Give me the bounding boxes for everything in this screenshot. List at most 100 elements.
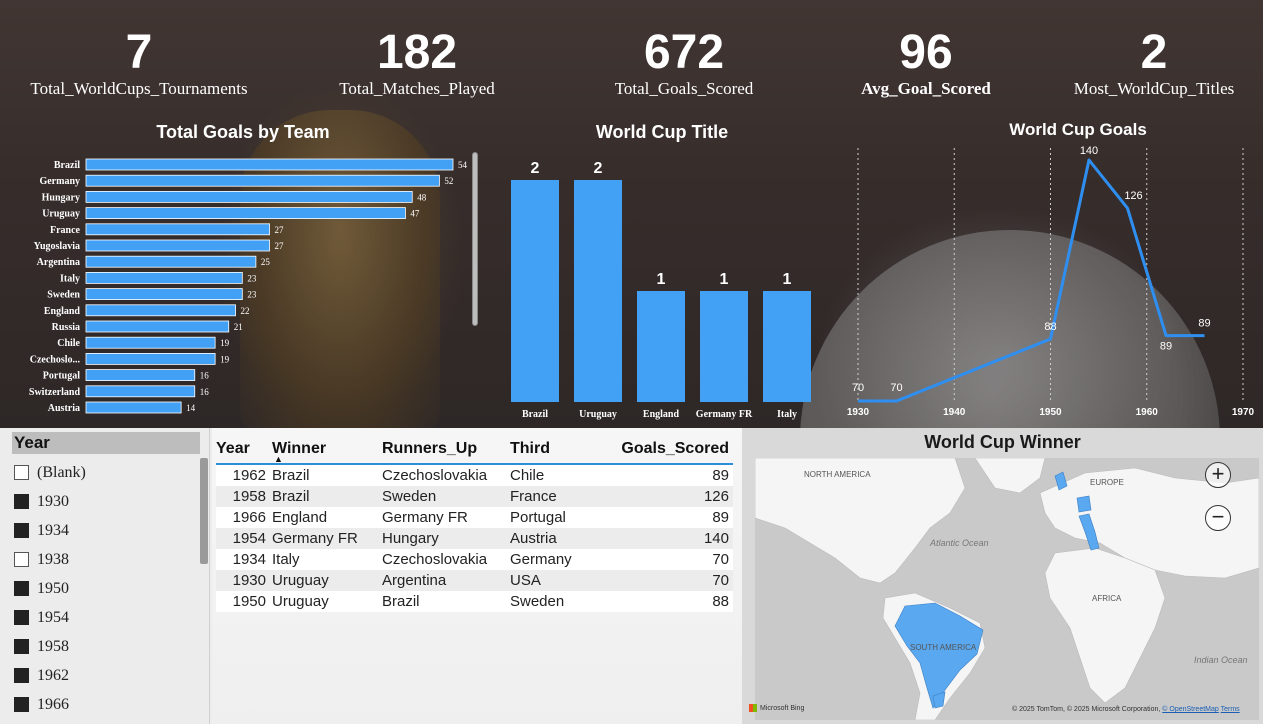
table-cell: 70 — [606, 570, 733, 591]
team-bar[interactable] — [85, 336, 216, 349]
team-value-label: 22 — [241, 306, 250, 316]
slicer-list: (Blank) 1930 1934 1938 1950 1954 1958 1962 1966 — [12, 458, 200, 719]
team-label: Portugal — [43, 371, 80, 382]
terms-link[interactable]: Terms — [1221, 706, 1240, 713]
column-header-goals[interactable]: Goals_Scored — [606, 434, 733, 465]
team-bar[interactable] — [85, 191, 413, 203]
table-cell: Germany FR — [272, 528, 382, 549]
table-cell: 1934 — [216, 549, 272, 570]
column-header-winner[interactable]: Winner ▲ — [272, 434, 382, 465]
checkbox[interactable] — [14, 610, 29, 625]
goals-value-label: 70 — [890, 382, 902, 394]
table-cell: Italy — [272, 549, 382, 570]
team-chart-scrollbar[interactable] — [472, 152, 478, 326]
goals-chart-title: World Cup Goals — [1009, 120, 1147, 139]
zoom-out-button[interactable]: − — [1205, 505, 1231, 531]
team-bar[interactable] — [85, 320, 230, 333]
table-cell: Uruguay — [272, 570, 382, 591]
team-bar[interactable] — [85, 352, 216, 365]
table-cell: Sweden — [382, 486, 510, 507]
title-chart-title: World Cup Title — [595, 122, 729, 142]
team-bar[interactable] — [85, 158, 454, 171]
kpi-total-tournaments: 7 Total_WorldCups_Tournaments — [16, 26, 262, 98]
slicer-header: Year — [12, 432, 200, 454]
year-slicer: Year (Blank) 1930 1934 1938 1950 1954 1958 1962… — [0, 428, 210, 724]
team-bar[interactable] — [85, 255, 257, 268]
x-tick-label: 1950 — [1039, 407, 1062, 418]
slicer-item[interactable]: 1934 — [12, 516, 200, 545]
table-row[interactable]: 1966 England Germany FR Portugal 89 — [216, 507, 733, 528]
team-bar[interactable] — [85, 369, 196, 382]
team-bar[interactable] — [85, 385, 196, 398]
slicer-item[interactable]: 1958 — [12, 632, 200, 661]
goals-value-label: 70 — [852, 382, 864, 394]
team-label: Germany — [39, 176, 80, 187]
checkbox[interactable] — [14, 552, 29, 567]
team-bar[interactable] — [85, 174, 440, 187]
team-bar[interactable] — [85, 288, 243, 301]
slicer-item[interactable]: 1938 — [12, 545, 200, 574]
table-row[interactable]: 1954 Germany FR Hungary Austria 140 — [216, 528, 733, 549]
team-bar[interactable] — [85, 401, 182, 414]
table-cell: 1962 — [216, 464, 272, 486]
slicer-item[interactable]: 1954 — [12, 603, 200, 632]
osm-link[interactable]: © OpenStreetMap — [1162, 706, 1219, 713]
table-cell: 88 — [606, 591, 733, 612]
team-bar[interactable] — [85, 304, 236, 317]
table-row[interactable]: 1930 Uruguay Argentina USA 70 — [216, 570, 733, 591]
title-bar[interactable] — [700, 291, 748, 402]
results-table: Year Winner ▲ Runners_Up Third Goals_Scor… — [216, 434, 733, 612]
label-africa: AFRICA — [1092, 594, 1122, 603]
title-value-label: 2 — [594, 160, 603, 177]
label-indian-ocean: Indian Ocean — [1194, 655, 1248, 665]
table-cell: 70 — [606, 549, 733, 570]
slicer-item-label: 1950 — [37, 579, 69, 597]
team-value-label: 16 — [200, 371, 210, 381]
table-row[interactable]: 1962 Brazil Czechoslovakia Chile 89 — [216, 464, 733, 486]
title-category-label: England — [643, 409, 680, 420]
team-label: Switzerland — [29, 387, 81, 398]
team-goals-chart: Brazil 54 Germany 52 Hungary 48 Uruguay 47 Franc… — [29, 158, 468, 414]
team-label: Hungary — [42, 192, 80, 203]
table-row[interactable]: 1950 Uruguay Brazil Sweden 88 — [216, 591, 733, 612]
x-tick-label: 1930 — [847, 407, 870, 418]
sort-ascending-icon: ▲ — [274, 454, 283, 464]
column-header-year[interactable]: Year — [216, 434, 272, 465]
germany-region[interactable] — [1076, 495, 1092, 513]
title-bar[interactable] — [637, 291, 685, 402]
checkbox[interactable] — [14, 523, 29, 538]
slicer-item[interactable]: 1930 — [12, 487, 200, 516]
team-label: Brazil — [54, 160, 80, 171]
table-cell: 1950 — [216, 591, 272, 612]
bing-logo: Microsoft Bing — [749, 704, 804, 712]
goals-line[interactable] — [858, 158, 1205, 403]
checkbox[interactable] — [14, 465, 29, 480]
table-row[interactable]: 1958 Brazil Sweden France 126 — [216, 486, 733, 507]
team-bar[interactable] — [85, 239, 270, 252]
team-bar[interactable] — [85, 207, 406, 219]
slicer-item[interactable]: 1966 — [12, 690, 200, 719]
table-row[interactable]: 1934 Italy Czechoslovakia Germany 70 — [216, 549, 733, 570]
slicer-scrollbar[interactable] — [200, 458, 208, 564]
title-bar[interactable] — [511, 180, 559, 402]
kpi-label: Most_WorldCup_Titles — [1073, 79, 1235, 98]
checkbox[interactable] — [14, 668, 29, 683]
team-bar[interactable] — [85, 272, 243, 284]
checkbox[interactable] — [14, 697, 29, 712]
slicer-item[interactable]: 1962 — [12, 661, 200, 690]
checkbox[interactable] — [14, 639, 29, 654]
zoom-in-button[interactable]: + — [1205, 462, 1231, 488]
slicer-item[interactable]: (Blank) — [12, 458, 200, 487]
title-bar[interactable] — [574, 180, 622, 402]
checkbox[interactable] — [14, 581, 29, 596]
team-value-label: 21 — [234, 322, 243, 332]
world-map[interactable] — [755, 458, 1259, 720]
column-header-runners-up[interactable]: Runners_Up — [382, 434, 510, 465]
team-bar[interactable] — [85, 223, 270, 236]
checkbox[interactable] — [14, 494, 29, 509]
title-bar[interactable] — [763, 291, 811, 402]
column-header-third[interactable]: Third — [510, 434, 606, 465]
slicer-item-label: 1966 — [37, 695, 69, 713]
table-cell: Brazil — [272, 464, 382, 486]
slicer-item[interactable]: 1950 — [12, 574, 200, 603]
